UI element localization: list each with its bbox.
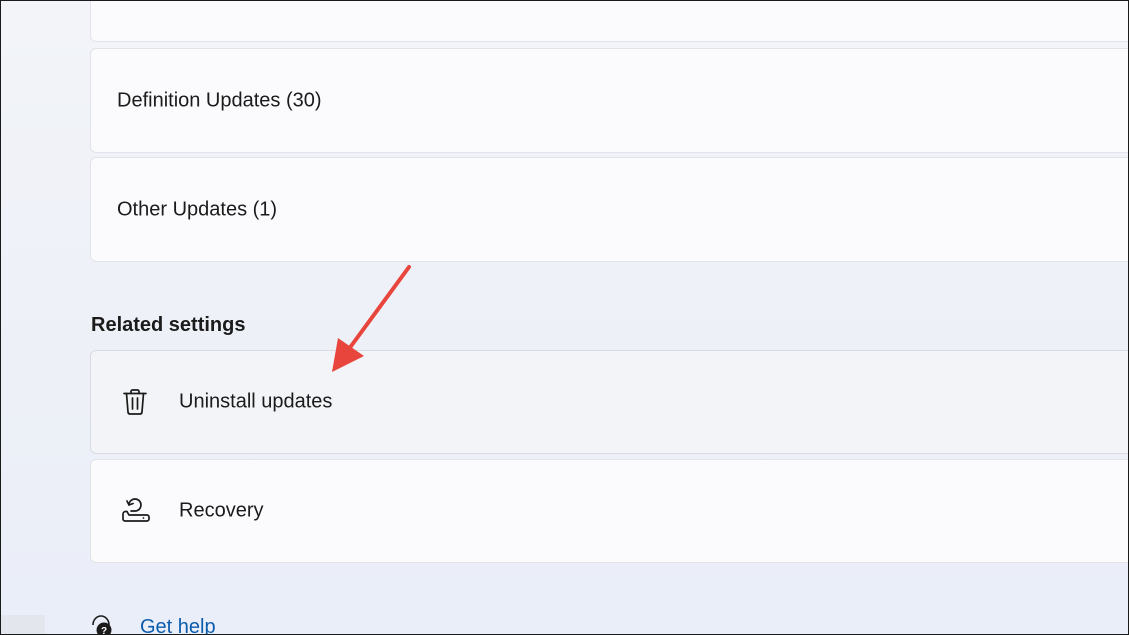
- trash-icon: [119, 386, 151, 418]
- recovery-label: Recovery: [179, 499, 264, 522]
- related-settings-heading: Related settings: [91, 314, 246, 336]
- sidebar-edge: [1, 615, 45, 634]
- get-help-link[interactable]: Get help: [140, 616, 216, 634]
- update-category-card-partial[interactable]: [90, 1, 1128, 42]
- uninstall-updates-item[interactable]: Uninstall updates: [90, 350, 1128, 454]
- definition-updates-card[interactable]: Definition Updates (30): [90, 48, 1128, 153]
- settings-window: Definition Updates (30) Other Updates (1…: [0, 0, 1129, 635]
- other-updates-label: Other Updates (1): [117, 198, 278, 220]
- recovery-item[interactable]: Recovery: [90, 459, 1128, 563]
- help-icon: ?: [89, 613, 115, 635]
- recovery-icon: [119, 495, 151, 527]
- svg-text:?: ?: [101, 626, 107, 635]
- definition-updates-label: Definition Updates (30): [117, 89, 322, 111]
- other-updates-card[interactable]: Other Updates (1): [90, 157, 1128, 262]
- uninstall-updates-label: Uninstall updates: [179, 390, 333, 413]
